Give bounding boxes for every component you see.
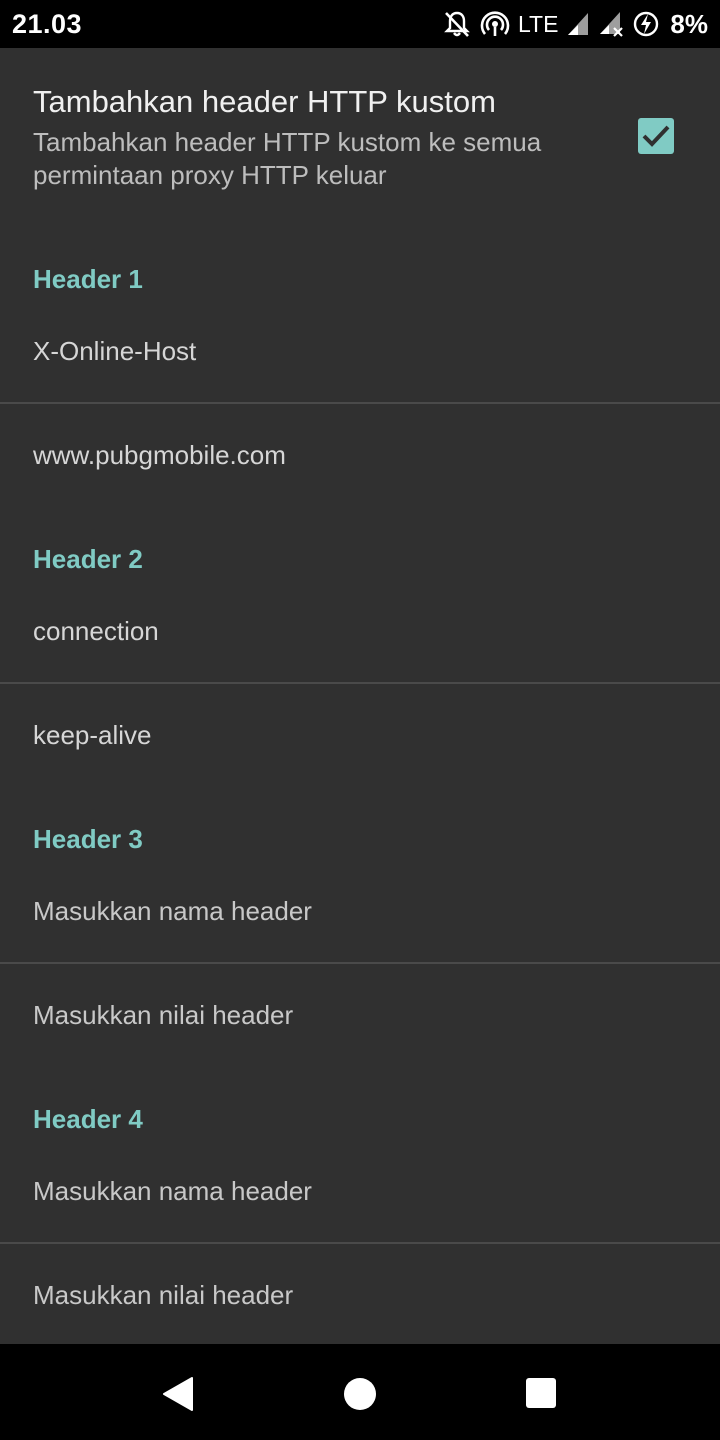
notifications-off-icon: [442, 9, 472, 39]
battery-percent: 8%: [670, 8, 708, 39]
status-bar: 21.03 LTE 8%: [0, 0, 720, 48]
toggle-summary: Tambahkan header HTTP kustom ke semua pe…: [33, 127, 542, 190]
back-icon: [163, 1377, 193, 1411]
settings-list: Tambahkan header HTTP kustom Tambahkan h…: [0, 48, 720, 1344]
status-time: 21.03: [12, 8, 83, 39]
divider: [0, 1242, 720, 1244]
home-icon: [344, 1378, 376, 1410]
hotspot-icon: [480, 9, 510, 39]
divider: [0, 682, 720, 684]
network-type: LTE: [517, 10, 559, 37]
recents-icon: [526, 1378, 556, 1408]
header-3-name-input[interactable]: Masukkan nama header: [33, 896, 312, 927]
check-icon: [642, 125, 670, 147]
navigation-bar: [0, 1344, 720, 1440]
header-3-label: Header 3: [33, 824, 143, 854]
signal-no-data-icon: [598, 10, 624, 38]
divider: [0, 402, 720, 404]
header-2-name-input[interactable]: connection: [33, 616, 159, 647]
home-button[interactable]: [340, 1374, 380, 1414]
header-2-value-input[interactable]: keep-alive: [33, 720, 152, 751]
divider: [0, 962, 720, 964]
header-4-value-input[interactable]: Masukkan nilai header: [33, 1280, 293, 1311]
recents-button[interactable]: [522, 1374, 562, 1414]
header-4-name-input[interactable]: Masukkan nama header: [33, 1176, 312, 1207]
battery-charging-icon: [632, 10, 660, 38]
header-3-value-input[interactable]: Masukkan nilai header: [33, 1000, 293, 1031]
toggle-title: Tambahkan header HTTP kustom: [33, 84, 496, 119]
back-button[interactable]: [158, 1374, 198, 1414]
custom-header-checkbox[interactable]: [638, 118, 674, 154]
header-1-label: Header 1: [33, 264, 143, 294]
signal-icon: [566, 11, 590, 37]
header-1-value-input[interactable]: www.pubgmobile.com: [33, 440, 286, 471]
header-2-label: Header 2: [33, 544, 143, 574]
custom-header-toggle-row[interactable]: Tambahkan header HTTP kustom Tambahkan h…: [0, 48, 720, 218]
status-icons: LTE 8%: [442, 9, 708, 40]
header-1-name-input[interactable]: X-Online-Host: [33, 336, 196, 367]
header-4-label: Header 4: [33, 1104, 143, 1134]
